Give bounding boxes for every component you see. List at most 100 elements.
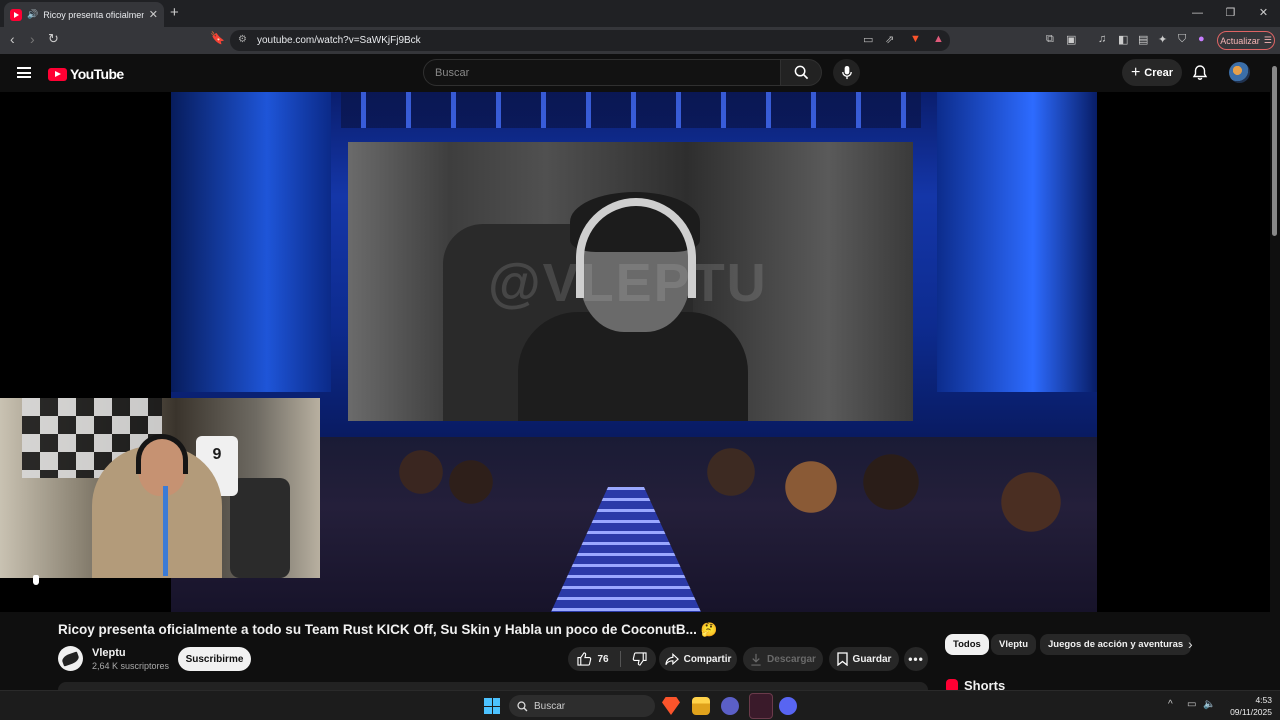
chip-action-adventure-games[interactable]: Juegos de acción y aventuras (1040, 634, 1192, 655)
browser-toolbar: ‹ › ↻ 🔖 ⚙ youtube.com/watch?v=SaWKjFj9Bc… (0, 27, 1280, 54)
browser-tab[interactable]: 🔊 Ricoy presenta oficialmente a ✕ (4, 2, 164, 27)
download-button[interactable]: Descargar (743, 647, 823, 671)
sidebar-panel-icon[interactable]: ▣ (1066, 33, 1076, 46)
back-icon[interactable]: ‹ (10, 31, 15, 47)
youtube-play-icon (48, 67, 67, 81)
taskbar-search-icon (517, 700, 528, 711)
cinema-screen: @VLEPTU (348, 142, 913, 421)
reload-icon[interactable]: ↻ (48, 31, 59, 47)
discord-icon[interactable] (779, 697, 797, 715)
theater-wall-left (171, 92, 331, 392)
search-placeholder: Buscar (435, 67, 470, 79)
teams-icon[interactable] (721, 697, 739, 715)
plus-icon: + (1130, 63, 1141, 81)
streamer-facecam: 9 (0, 398, 320, 578)
volume-icon[interactable]: 🔈 (1203, 699, 1215, 710)
channel-name[interactable]: Vleptu (92, 647, 126, 659)
bookmark-save-icon (836, 652, 848, 666)
mouse-cursor (33, 575, 39, 585)
voice-search-button[interactable] (833, 59, 860, 86)
leo-ai-icon[interactable]: ✦ (1158, 33, 1167, 46)
youtube-logo[interactable]: YouTube (48, 66, 124, 82)
description-box[interactable] (58, 682, 928, 690)
bookmark-icon[interactable]: 🔖 (210, 31, 225, 45)
create-label: Crear (1144, 66, 1174, 79)
window-controls: — ❐ ✕ (1181, 0, 1280, 27)
share-button[interactable]: Compartir (659, 647, 737, 671)
speaker-icon[interactable]: 🔊 (27, 9, 38, 20)
create-button[interactable]: + Crear (1122, 59, 1182, 86)
chip-all[interactable]: Todos (945, 634, 989, 655)
file-explorer-icon[interactable] (692, 697, 710, 715)
search-button[interactable] (781, 59, 822, 86)
brave-browser-icon[interactable] (662, 697, 680, 715)
extensions-icon[interactable]: ⧉ (1046, 33, 1054, 46)
chevron-right-icon[interactable]: › (1188, 636, 1193, 652)
hookah-hose (163, 486, 168, 576)
tab-title: Ricoy presenta oficialmente a (43, 9, 144, 20)
scrollbar-thumb[interactable] (1272, 66, 1277, 236)
youtube-header: YouTube Buscar + Crear (0, 54, 1280, 92)
menu-icon: ☰ (1263, 35, 1272, 45)
clock-date: 09/11/2025 (1230, 707, 1272, 717)
share-page-icon[interactable]: ⇗ (885, 33, 894, 46)
wallet-icon[interactable]: ▤ (1138, 33, 1148, 46)
taskbar-clock[interactable]: 4:53 09/11/2025 (1222, 694, 1272, 718)
clock-time: 4:53 (1255, 695, 1272, 705)
more-actions-button[interactable]: ••• (904, 647, 928, 671)
youtube-favicon-icon (10, 8, 22, 21)
brave-rewards-icon[interactable]: ▲ (933, 33, 944, 45)
video-watermark: @VLEPTU (488, 253, 768, 313)
vpn-icon[interactable]: ⛉ (1178, 33, 1186, 46)
windows-start-icon[interactable] (484, 698, 500, 714)
restore-button[interactable]: ❐ (1214, 0, 1247, 27)
os-taskbar: Buscar ^ ▭ 🔈 4:53 09/11/2025 (0, 690, 1280, 720)
subscribe-button[interactable]: Suscribirme (178, 647, 251, 671)
download-icon (751, 653, 761, 666)
chip-channel[interactable]: Vleptu (991, 634, 1037, 655)
address-bar[interactable]: ⚙ youtube.com/watch?v=SaWKjFj9Bck ▭ ⇗ ▼ … (230, 30, 950, 51)
like-dislike-group: 76 (568, 647, 656, 671)
taskbar-search[interactable]: Buscar (509, 695, 655, 717)
taskbar-search-label: Buscar (534, 700, 566, 712)
save-label: Guardar (852, 653, 892, 665)
browser-tab-strip: 🔊 Ricoy presenta oficialmente a ✕ + — ❐ … (0, 0, 1280, 27)
new-tab-button[interactable]: + (170, 4, 179, 21)
forward-icon[interactable]: › (30, 31, 35, 47)
reading-list-icon[interactable]: ◧ (1118, 33, 1128, 46)
search-icon (794, 65, 808, 80)
close-tab-icon[interactable]: ✕ (149, 8, 158, 21)
account-avatar[interactable] (1229, 62, 1250, 83)
more-dots-icon: ••• (908, 652, 924, 666)
download-label: Descargar (767, 653, 816, 665)
url-text: youtube.com/watch?v=SaWKjFj9Bck (257, 35, 421, 46)
jersey-number: 9 (212, 446, 222, 463)
network-icon[interactable]: ▭ (1187, 699, 1196, 710)
like-icon[interactable] (577, 652, 592, 666)
stage-lights (341, 92, 921, 128)
youtube-wordmark: YouTube (70, 66, 124, 82)
video-title: Ricoy presenta oficialmente a todo su Te… (58, 622, 718, 637)
save-button[interactable]: Guardar (829, 647, 899, 671)
like-count: 76 (597, 653, 609, 665)
search-input[interactable]: Buscar (423, 59, 781, 86)
dislike-icon[interactable] (632, 652, 647, 666)
notifications-bell-icon[interactable] (1192, 64, 1208, 81)
microphone-icon (841, 65, 852, 80)
minimize-button[interactable]: — (1181, 0, 1214, 27)
update-label: Actualizar (1220, 35, 1260, 46)
site-info-icon[interactable]: ⚙ (238, 34, 247, 45)
brave-shields-icon[interactable]: ▼ (910, 33, 921, 45)
guide-menu-icon[interactable] (17, 67, 31, 78)
media-icon[interactable]: ♫ (1098, 33, 1106, 45)
share-icon (664, 652, 679, 665)
update-button[interactable]: Actualizar ☰ (1217, 31, 1275, 50)
cast-icon[interactable]: ▭ (863, 33, 873, 46)
theater-wall-right (937, 92, 1097, 392)
steam-icon[interactable] (749, 693, 773, 719)
channel-avatar[interactable] (58, 646, 83, 671)
tray-chevron-icon[interactable]: ^ (1168, 699, 1173, 710)
close-window-button[interactable]: ✕ (1247, 0, 1280, 27)
profile-extension-icon[interactable]: ● (1198, 33, 1205, 45)
subscriber-count: 2,64 K suscriptores (92, 661, 170, 671)
